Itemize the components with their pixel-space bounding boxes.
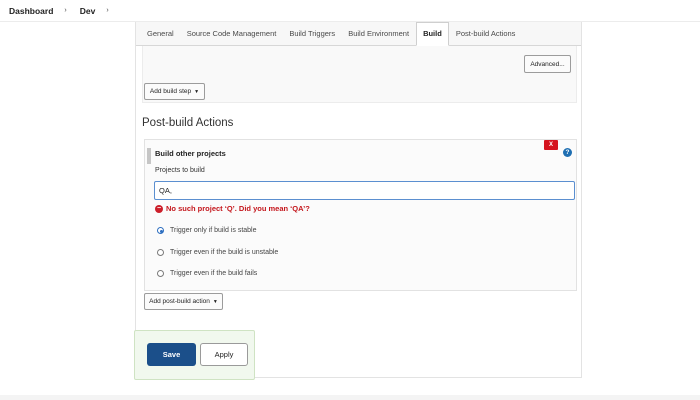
radio-trigger-fails[interactable]: Trigger even if the build fails	[157, 270, 257, 277]
drag-handle-icon[interactable]	[147, 148, 151, 164]
error-message: No such project ‘Q’. Did you mean ‘QA’?	[166, 204, 310, 213]
apply-button[interactable]: Apply	[200, 343, 248, 366]
projects-to-build-input[interactable]	[154, 181, 575, 200]
tab-post-build-actions[interactable]: Post-build Actions	[450, 23, 522, 45]
config-tabs: General Source Code Management Build Tri…	[136, 22, 581, 46]
chevron-right-icon[interactable]: ›	[64, 7, 66, 14]
caret-down-icon: ▼	[212, 298, 218, 305]
projects-to-build-label: Projects to build	[155, 167, 205, 174]
tab-build-environment[interactable]: Build Environment	[342, 23, 415, 45]
help-icon[interactable]: ?	[563, 148, 572, 157]
breadcrumb-dev[interactable]: Dev	[80, 6, 96, 16]
tab-general[interactable]: General	[141, 23, 180, 45]
delete-step-button[interactable]: X	[544, 140, 558, 150]
error-icon: −	[155, 204, 163, 213]
radio-button[interactable]	[157, 270, 164, 277]
breadcrumb-bar: Dashboard › Dev ›	[0, 0, 700, 22]
add-post-build-action-label: Add post-build action	[149, 298, 210, 305]
radio-trigger-unstable[interactable]: Trigger even if the build is unstable	[157, 249, 278, 256]
save-apply-bar: Save Apply	[134, 330, 255, 380]
chevron-right-icon[interactable]: ›	[106, 7, 108, 14]
tab-build[interactable]: Build	[416, 22, 449, 46]
breadcrumb-dashboard[interactable]: Dashboard	[9, 6, 53, 16]
save-button[interactable]: Save	[147, 343, 196, 366]
tab-build-triggers[interactable]: Build Triggers	[283, 23, 341, 45]
advanced-button[interactable]: Advanced...	[524, 55, 571, 73]
tab-source-code-management[interactable]: Source Code Management	[181, 23, 283, 45]
radio-button[interactable]	[157, 249, 164, 256]
radio-label: Trigger even if the build is unstable	[170, 249, 279, 256]
post-build-section-title: Post-build Actions	[142, 117, 234, 129]
radio-label: Trigger even if the build fails	[170, 270, 258, 277]
caret-down-icon: ▼	[194, 88, 200, 95]
config-panel: General Source Code Management Build Tri…	[135, 22, 582, 378]
radio-button[interactable]	[157, 227, 164, 234]
validation-error: − No such project ‘Q’. Did you mean ‘QA’…	[155, 204, 310, 213]
radio-label: Trigger only if build is stable	[170, 227, 257, 234]
page-footer	[0, 395, 700, 400]
add-build-step-button[interactable]: Add build step ▼	[144, 83, 205, 100]
add-build-step-label: Add build step	[149, 88, 192, 95]
build-advanced-area: Advanced...	[142, 46, 577, 103]
add-post-build-action-button[interactable]: Add post-build action ▼	[144, 293, 223, 310]
build-other-projects-step: Build other projects X ? Projects to bui…	[144, 139, 577, 291]
radio-trigger-stable[interactable]: Trigger only if build is stable	[157, 227, 257, 234]
step-title: Build other projects	[155, 149, 226, 158]
